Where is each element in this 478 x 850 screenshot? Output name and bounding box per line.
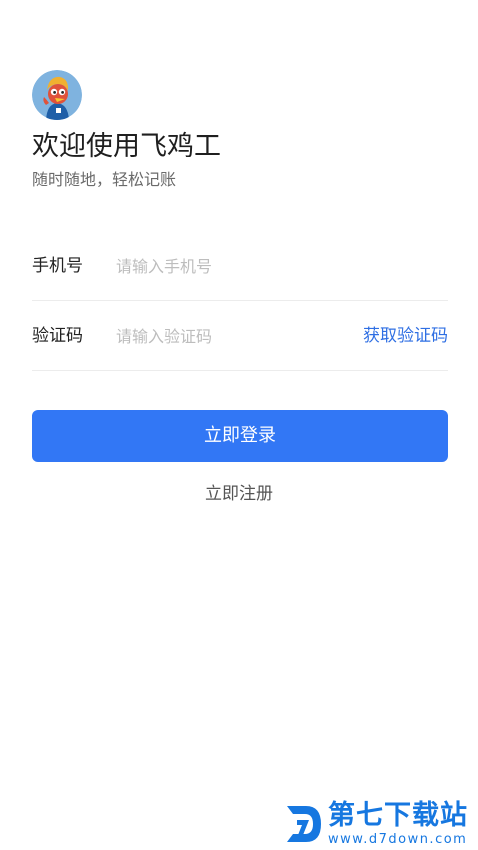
register-link[interactable]: 立即注册 — [0, 482, 478, 506]
watermark: 第七下载站 www.d7down.com — [284, 800, 474, 848]
watermark-name: 第七下载站 — [328, 800, 468, 831]
welcome-subtitle: 随时随地，轻松记账 — [32, 170, 177, 189]
phone-label: 手机号 — [32, 256, 83, 276]
code-row: 验证码 获取验证码 — [32, 301, 448, 371]
d7-logo-icon — [287, 806, 321, 842]
mascot-avatar-icon — [32, 70, 82, 120]
code-label: 验证码 — [32, 326, 83, 346]
get-code-button[interactable]: 获取验证码 — [363, 324, 448, 348]
code-input[interactable] — [116, 321, 336, 351]
phone-row: 手机号 — [32, 231, 448, 301]
login-button[interactable]: 立即登录 — [32, 410, 448, 462]
phone-input[interactable] — [116, 251, 436, 281]
avatar — [32, 70, 82, 120]
welcome-title: 欢迎使用飞鸡工 — [32, 131, 221, 162]
watermark-url: www.d7down.com — [328, 832, 468, 847]
